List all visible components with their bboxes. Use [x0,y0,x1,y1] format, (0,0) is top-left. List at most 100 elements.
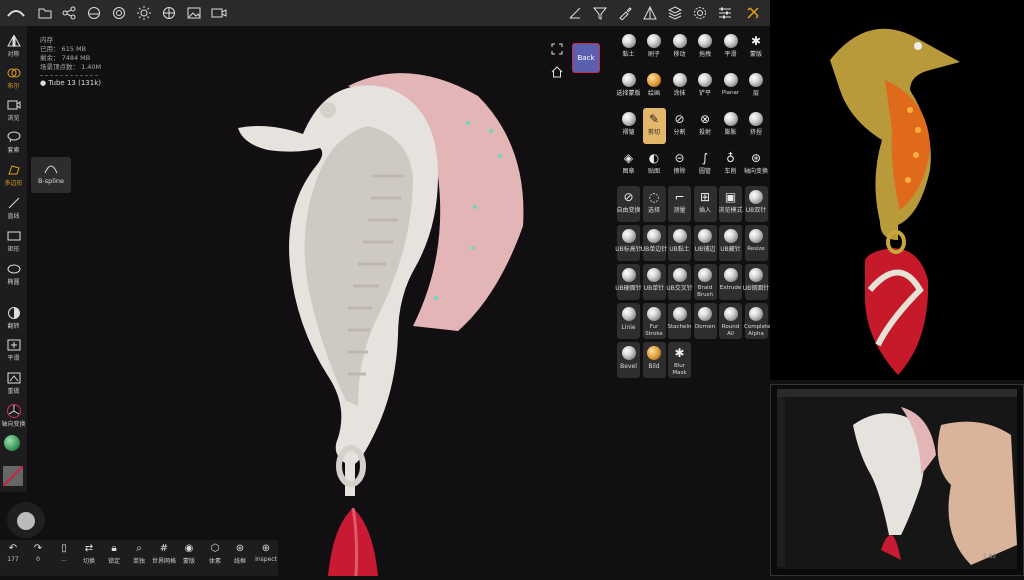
left-tool-line[interactable]: 直线 [0,196,27,220]
tool-4-2[interactable]: ⌐ 测量 [668,186,691,222]
tool-6-0[interactable]: UB硬面针 [615,264,642,300]
tool-6-3[interactable]: Braid Brush [693,264,717,300]
left-tool-redo[interactable]: 重做 [0,371,27,395]
image-icon[interactable] [185,4,203,22]
tool-5-0[interactable]: UB标高针 [615,225,642,261]
folder-icon[interactable] [36,4,54,22]
left-tool-gizmo[interactable]: 轴向变换 [0,404,27,428]
bottom-tool-undo[interactable]: ↶ 177 [0,543,26,563]
tool-0-4[interactable]: 平滑 [719,30,742,66]
camera-settings-icon[interactable] [160,4,178,22]
gear-icon[interactable] [691,4,709,22]
bottom-tool-search[interactable]: ⌕ 单独 [126,543,152,565]
video-icon[interactable] [210,4,228,22]
app-logo-icon[interactable] [6,4,26,22]
left-tool-rectangle[interactable]: 矩形 [0,229,27,253]
brush-sphere-icon [749,73,763,87]
brush-icon[interactable] [616,4,634,22]
tool-6-5[interactable]: UB钢面针 [743,264,769,300]
tool-3-2[interactable]: ⊝ 擦除 [668,147,691,183]
tool-0-2[interactable]: 移动 [668,30,691,66]
tool-7-1[interactable]: Fur Stroke [642,303,666,339]
tool-0-3[interactable]: 拖拽 [694,30,717,66]
no-color-icon[interactable] [2,465,24,487]
left-tool-symmetry[interactable]: 对称 [0,34,27,58]
bottom-tool-grid[interactable]: # 世界网格 [151,543,177,565]
bottom-tool-lock[interactable]: 🔒︎ 锁定 [101,543,127,565]
tool-7-0[interactable]: Linie [617,303,640,339]
left-tool-ellipse[interactable]: 椭圆 [0,262,27,286]
tool-0-0[interactable]: 黏土 [617,30,640,66]
scene-icon[interactable] [85,4,103,22]
tool-6-4[interactable]: Extrude [719,264,742,300]
tool-6-1[interactable]: UB单针 [642,264,666,300]
ruler-icon[interactable] [566,4,584,22]
tool-1-5[interactable]: 层 [745,69,768,105]
bottom-tool-inspect[interactable]: ⊕ Inspect [253,543,279,563]
tool-1-2[interactable]: 涂抹 [668,69,691,105]
bspline-popup[interactable]: B-spline [31,157,71,193]
bottom-tool-switch[interactable]: ⇄ 切换 [76,543,102,565]
light-icon[interactable] [135,4,153,22]
tool-2-5[interactable]: 挤捏 [745,108,768,144]
share-icon[interactable] [60,4,78,22]
fullscreen-icon[interactable] [551,40,563,55]
tool-2-4[interactable]: 膨胀 [719,108,742,144]
tool-0-1[interactable]: 刷子 [643,30,666,66]
sliders-icon[interactable] [716,4,734,22]
tool-4-5[interactable]: UB双针 [744,186,768,222]
stroke-button[interactable] [7,502,45,538]
left-tool-smooth[interactable]: 平滑 [0,338,27,362]
tool-8-2[interactable]: ✱ Blur Mask [668,342,691,378]
left-tool-polygon[interactable]: 多边形 [0,163,27,187]
bottom-tool-voxel[interactable]: ⬡ 体素 [202,543,228,565]
material-icon[interactable] [110,4,128,22]
tool-4-0[interactable]: ⊘ 自由变换 [617,186,641,222]
bottom-tool-phone[interactable]: ▯... [51,543,77,563]
tool-7-2[interactable]: Stacheln [668,303,691,339]
left-tool-invert[interactable]: 翻转 [0,306,27,330]
tool-8-0[interactable]: Bevel [617,342,640,378]
tool-7-3[interactable]: Dornen [693,303,717,339]
bottom-tool-wireframe[interactable]: ⊛ 线框 [227,543,253,565]
tool-3-4[interactable]: ♁ 车削 [719,147,742,183]
tool-5-4[interactable]: UB藏针 [719,225,742,261]
tool-7-5[interactable]: Complete Alpha [744,303,771,339]
left-tool-boolean[interactable]: 布尔 [0,66,27,90]
tool-2-1[interactable]: ✎ 剪切 [642,108,666,144]
tool-1-0[interactable]: 选择蒙版 [617,69,641,105]
tool-1-3[interactable]: 铲平 [694,69,717,105]
tool-7-4[interactable]: Round All [719,303,742,339]
tools-icon[interactable] [744,4,762,22]
tool-3-5[interactable]: ⊛ 轴向变换 [744,147,768,183]
tool-1-1[interactable]: 绘画 [643,69,666,105]
tool-5-1[interactable]: UB单边针 [641,225,667,261]
tool-3-1[interactable]: ◐ 贴图 [643,147,666,183]
tool-5-5[interactable]: Resize [744,225,768,261]
left-tool-lasso[interactable]: 套索 [0,130,27,154]
tool-2-2[interactable]: ⊘ 分割 [668,108,691,144]
tool-3-0[interactable]: ◈ 图章 [617,147,640,183]
tool-8-1[interactable]: Bild [642,342,666,378]
home-icon[interactable] [551,63,563,78]
topology-icon[interactable] [641,4,659,22]
bottom-tool-redo[interactable]: ↷ 0 [25,543,51,563]
tool-2-0[interactable]: 褶皱 [617,108,640,144]
tool-4-1[interactable]: ◌ 选择 [642,186,666,222]
back-button[interactable]: Back [572,43,600,73]
filter-icon[interactable] [591,4,609,22]
left-tool-browse[interactable]: 浏览 [0,98,27,122]
tool-0-5[interactable]: ✱ 蒙版 [745,30,768,66]
tool-1-4[interactable]: Planar [719,69,742,105]
layers-icon[interactable] [666,4,684,22]
tool-3-3[interactable]: ∫ 圆管 [694,147,717,183]
tool-4-3[interactable]: ⊞ 插入 [693,186,717,222]
color-swatch-icon[interactable] [4,435,20,451]
tool-6-2[interactable]: UB交叉针 [666,264,693,300]
tool-5-3[interactable]: UB铺边 [693,225,717,261]
tool-2-3[interactable]: ⊗ 投射 [694,108,717,144]
bottom-tool-eye[interactable]: ◉ 蒙版 [176,543,202,565]
tool-4-4[interactable]: ▣ 浏览模式 [719,186,743,222]
tool-5-2[interactable]: UB黏土 [668,225,691,261]
mesh-name[interactable]: ● Tube 13 (131k) [40,79,101,88]
